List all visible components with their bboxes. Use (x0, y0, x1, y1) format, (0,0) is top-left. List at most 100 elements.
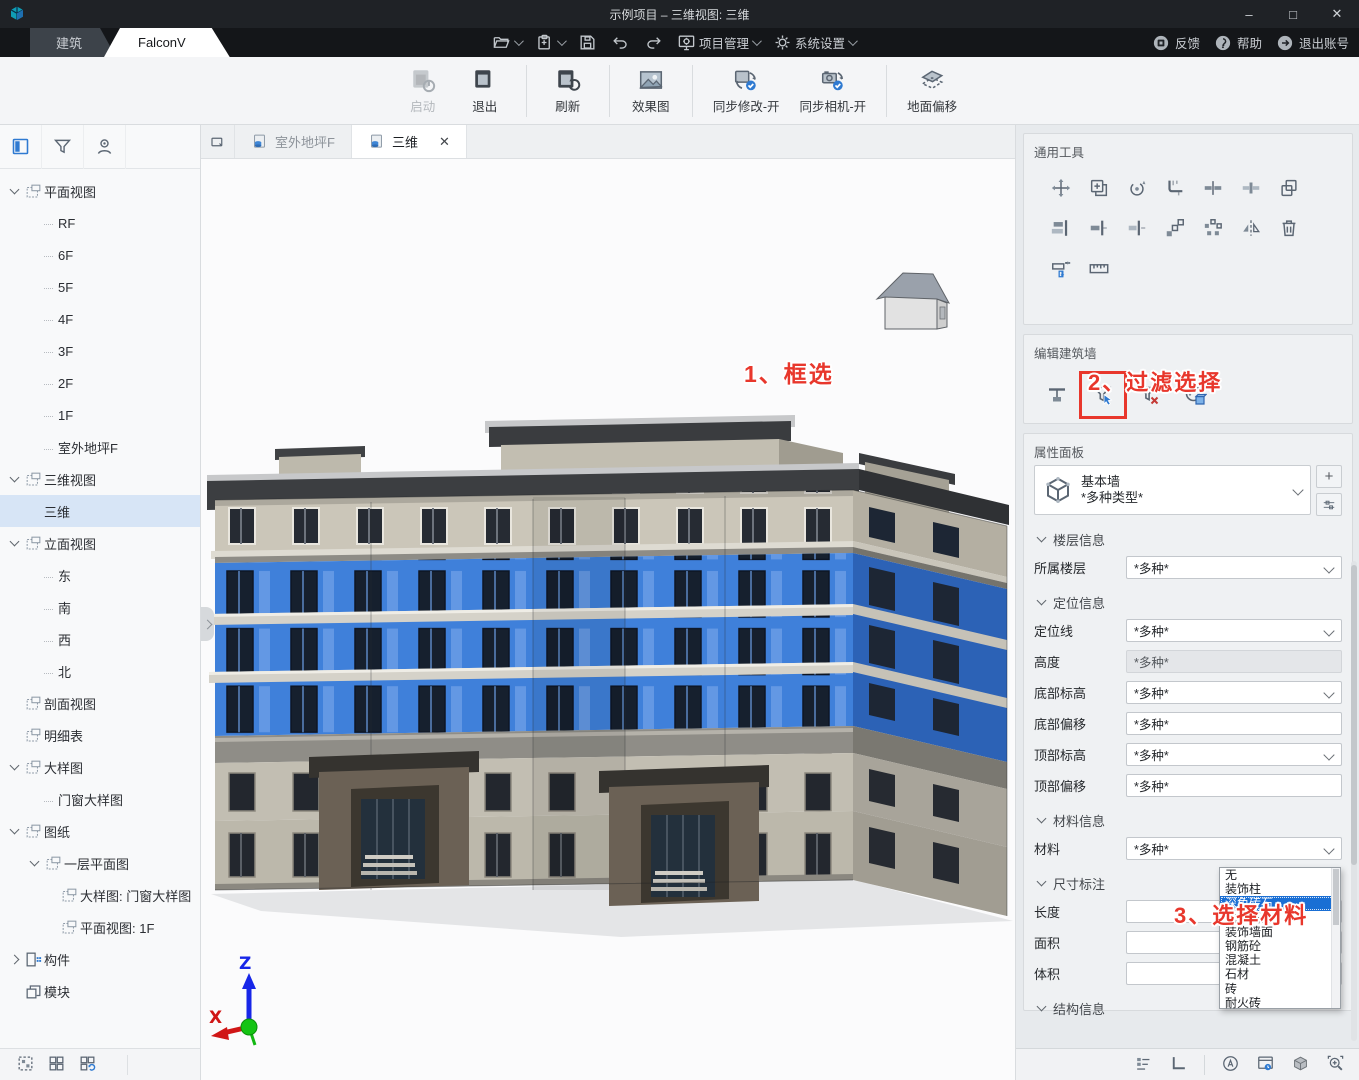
tree-item[interactable]: 构件 (0, 943, 200, 975)
chevron-right-icon[interactable] (6, 956, 22, 963)
tool-array-group-button[interactable] (1194, 215, 1232, 241)
toolbar-ground-offset-button[interactable]: 地面偏移 (899, 63, 965, 119)
tool-rotate-button[interactable] (1118, 175, 1156, 201)
tool-mirror-button[interactable] (1232, 215, 1270, 241)
select-set-button[interactable] (16, 1054, 35, 1076)
tree-item[interactable]: 5F (0, 271, 200, 303)
toolbar-sync-camera-button[interactable]: 同步相机-开 (791, 63, 874, 119)
doc-tab-active[interactable]: 三维✕ (352, 125, 467, 158)
tree-item[interactable]: 北 (0, 655, 200, 687)
open-folder-button[interactable] (488, 28, 525, 57)
menu-project-management[interactable]: 项目管理 (673, 28, 763, 57)
所属楼层-select[interactable]: *多种* (1126, 556, 1342, 579)
close-button[interactable]: ✕ (1315, 0, 1359, 28)
material-option[interactable]: 石材 (1220, 967, 1340, 981)
tree-item[interactable]: 剖面视图 (0, 687, 200, 719)
tab-falconv[interactable]: FalconV (104, 28, 230, 57)
material-option[interactable]: 钢筋砼 (1220, 939, 1340, 953)
tree-item[interactable]: 一层平面图 (0, 847, 200, 879)
tree-item[interactable]: 1F (0, 399, 200, 431)
section-header[interactable]: 楼层信息 (1034, 526, 1342, 552)
section-header[interactable]: 材料信息 (1034, 807, 1342, 833)
tree-item[interactable]: 三维 (0, 495, 200, 527)
close-tab-icon[interactable]: ✕ (439, 134, 450, 150)
maximize-button[interactable]: □ (1271, 0, 1315, 28)
add-type-button[interactable]: + (1316, 465, 1342, 488)
material-option[interactable]: 混凝土 (1220, 953, 1340, 967)
tree-item[interactable]: 东 (0, 559, 200, 591)
toolbar-render-button[interactable]: 效果图 (622, 63, 680, 119)
tree-item[interactable]: 三维视图 (0, 463, 200, 495)
browser-filter-button[interactable] (42, 125, 84, 169)
wall-type-selector[interactable]: 基本墙 *多种类型* (1034, 465, 1311, 515)
select-restore-button[interactable] (78, 1054, 97, 1076)
chevron-down-icon[interactable] (6, 765, 22, 769)
顶部偏移-input[interactable]: *多种* (1126, 774, 1342, 797)
redo-button[interactable] (640, 28, 667, 57)
help-button[interactable]: 帮助 (1214, 33, 1262, 52)
corner-button[interactable] (1169, 1054, 1188, 1076)
tree-item[interactable]: 明细表 (0, 719, 200, 751)
chevron-down-icon[interactable] (26, 861, 42, 865)
tree-item[interactable]: 南 (0, 591, 200, 623)
toolbar-sync-edit-button[interactable]: 同步修改-开 (705, 63, 788, 119)
prop-list-button[interactable] (1134, 1054, 1153, 1076)
tree-item[interactable]: 3F (0, 335, 200, 367)
tree-item[interactable]: 图纸 (0, 815, 200, 847)
paste-new-button[interactable] (531, 28, 568, 57)
chevron-down-icon[interactable] (6, 477, 22, 481)
section-header[interactable]: 定位信息 (1034, 589, 1342, 615)
tree-item[interactable]: 大样图 (0, 751, 200, 783)
tool-delete-button[interactable] (1270, 215, 1308, 241)
toolbar-exit-button[interactable]: 退出 (456, 63, 514, 119)
material-option[interactable]: 无 (1220, 868, 1340, 882)
tool-break-button[interactable] (1232, 175, 1270, 201)
window-settings-button[interactable] (1256, 1054, 1275, 1076)
edit-wall-wall-justify-button[interactable] (1040, 378, 1074, 412)
type-settings-button[interactable] (1316, 493, 1342, 516)
底部标高-select[interactable]: *多种* (1126, 681, 1342, 704)
tree-item[interactable]: 立面视图 (0, 527, 200, 559)
auto-a-button[interactable] (1221, 1054, 1240, 1076)
tool-align-center-button[interactable] (1118, 215, 1156, 241)
tool-stretch-button[interactable] (1042, 255, 1080, 281)
save-button[interactable] (574, 28, 601, 57)
tool-match-button[interactable] (1270, 175, 1308, 201)
toolbar-refresh-button[interactable]: 刷新 (539, 63, 597, 119)
chevron-down-icon[interactable] (6, 829, 22, 833)
底部偏移-input[interactable]: *多种* (1126, 712, 1342, 735)
tool-measure-button[interactable] (1080, 255, 1118, 281)
undo-button[interactable] (607, 28, 634, 57)
tree-item[interactable]: RF (0, 207, 200, 239)
3d-viewport[interactable]: Z X 1、框选 (201, 159, 1015, 1080)
tree-item[interactable]: 6F (0, 239, 200, 271)
chevron-down-icon[interactable] (6, 541, 22, 545)
tool-trim-button[interactable] (1156, 175, 1194, 201)
tool-align-stack-button[interactable] (1042, 215, 1080, 241)
zoom-extent-button[interactable] (1326, 1054, 1345, 1076)
tool-copy-button[interactable] (1080, 175, 1118, 201)
dropdown-scrollbar[interactable] (1331, 868, 1340, 1008)
browser-panel-columns-button[interactable] (0, 125, 42, 169)
material-option[interactable]: 耐火砖 (1220, 996, 1340, 1010)
chevron-down-icon[interactable] (6, 189, 22, 193)
tool-move-button[interactable] (1042, 175, 1080, 201)
tree-item[interactable]: 平面视图: 1F (0, 911, 200, 943)
panel-scrollbar[interactable] (1351, 561, 1357, 1041)
顶部标高-select[interactable]: *多种* (1126, 743, 1342, 766)
tree-item[interactable]: 西 (0, 623, 200, 655)
tree-item[interactable]: 2F (0, 367, 200, 399)
tree-item[interactable]: 模块 (0, 975, 200, 1007)
tree-item[interactable]: 门窗大样图 (0, 783, 200, 815)
tree-item[interactable]: 4F (0, 303, 200, 335)
material-option[interactable]: 装饰柱 (1220, 882, 1340, 896)
材料-select[interactable]: *多种*无装饰柱深色砖石浅色石砖装饰墙面钢筋砼混凝土石材砖耐火砖 (1126, 837, 1342, 860)
tree-item[interactable]: 平面视图 (0, 175, 200, 207)
tree-item[interactable]: 大样图: 门窗大样图 (0, 879, 200, 911)
doc-tab-inactive[interactable]: 室外地坪F (235, 125, 352, 158)
tool-array-path-button[interactable] (1156, 215, 1194, 241)
browser-locate-button[interactable] (84, 125, 126, 169)
select-empty-button[interactable] (47, 1054, 66, 1076)
sidebar-collapse-handle[interactable] (201, 607, 214, 641)
tab-switcher-button[interactable] (201, 125, 235, 158)
